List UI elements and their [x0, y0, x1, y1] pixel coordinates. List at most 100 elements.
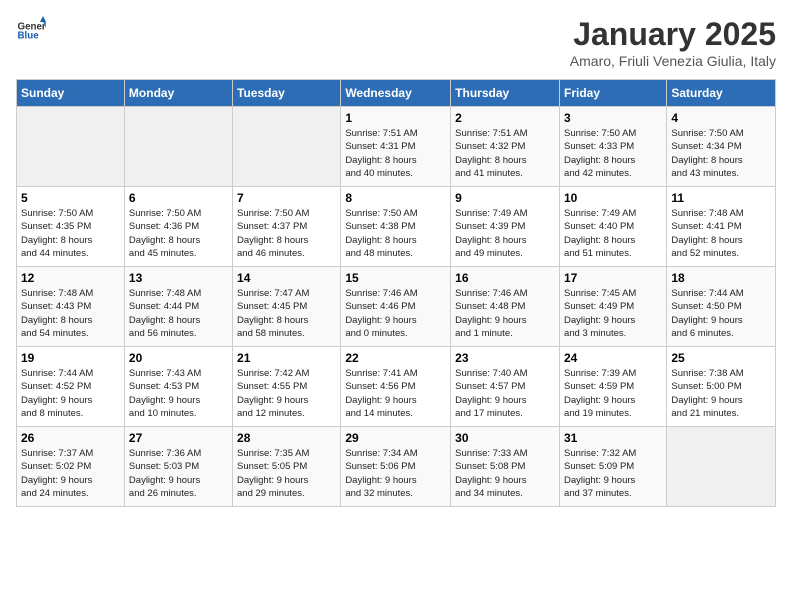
day-number-w1-d5: 10 — [564, 191, 662, 205]
day-number-w1-d4: 9 — [455, 191, 555, 205]
day-number-w0-d6: 4 — [671, 111, 771, 125]
day-info-w1-d2: Sunrise: 7:50 AM Sunset: 4:37 PM Dayligh… — [237, 207, 336, 260]
day-number-w4-d0: 26 — [21, 431, 120, 445]
cell-w3-d4: 23Sunrise: 7:40 AM Sunset: 4:57 PM Dayli… — [451, 347, 560, 427]
cell-w2-d1: 13 Sunrise: 7:48 AM Sunset: 4:44 PM Dayli… — [124, 267, 232, 347]
day-number-w3-d6: 25 — [671, 351, 771, 365]
day-number-w2-d0: 12 — [21, 271, 120, 285]
day-number-w0-d5: 3 — [564, 111, 662, 125]
cell-w2-d3: 15 Sunrise: 7:46 AM Sunset: 4:46 PM Dayli… — [341, 267, 451, 347]
header-monday: Monday — [124, 80, 232, 107]
cell-w4-d5: 31 Sunrise: 7:32 AM Sunset: 5:09 PM Dayli… — [559, 427, 666, 507]
day-info-w3-d2: Sunrise: 7:42 AM Sunset: 4:55 PM Dayligh… — [237, 367, 336, 420]
svg-text:Blue: Blue — [18, 31, 40, 42]
title-section: January 2025 Amaro, Friuli Venezia Giuli… — [570, 16, 776, 69]
cell-w4-d4: 30Sunrise: 7:33 AM Sunset: 5:08 PM Dayli… — [451, 427, 560, 507]
day-number-w2-d5: 17 — [564, 271, 662, 285]
day-info-w1-d6: Sunrise: 7:48 AM Sunset: 4:41 PM Dayligh… — [671, 207, 771, 260]
logo: General Blue — [16, 16, 46, 46]
cell-w0-d4: 2 Sunrise: 7:51 AM Sunset: 4:32 PM Daylig… — [451, 107, 560, 187]
cell-w4-d0: 26 Sunrise: 7:37 AM Sunset: 5:02 PM Dayli… — [17, 427, 125, 507]
cell-w2-d2: 14Sunrise: 7:47 AM Sunset: 4:45 PM Dayli… — [233, 267, 341, 347]
cell-w1-d1: 6 Sunrise: 7:50 AM Sunset: 4:36 PM Daylig… — [124, 187, 232, 267]
day-info-w1-d0: Sunrise: 7:50 AM Sunset: 4:35 PM Dayligh… — [21, 207, 120, 260]
day-info-w3-d3: Sunrise: 7:41 AM Sunset: 4:56 PM Dayligh… — [345, 367, 446, 420]
header-thursday: Thursday — [451, 80, 560, 107]
header: General Blue January 2025 Amaro, Friuli … — [16, 16, 776, 69]
header-wednesday: Wednesday — [341, 80, 451, 107]
cell-w3-d6: 25 Sunrise: 7:38 AM Sunset: 5:00 PM Dayli… — [667, 347, 776, 427]
cell-w2-d4: 16 Sunrise: 7:46 AM Sunset: 4:48 PM Dayli… — [451, 267, 560, 347]
cell-w0-d3: 1Sunrise: 7:51 AM Sunset: 4:31 PM Daylig… — [341, 107, 451, 187]
day-number-w3-d3: 22 — [345, 351, 446, 365]
cell-w2-d6: 18Sunrise: 7:44 AM Sunset: 4:50 PM Dayli… — [667, 267, 776, 347]
cell-w3-d2: 21Sunrise: 7:42 AM Sunset: 4:55 PM Dayli… — [233, 347, 341, 427]
day-number-w3-d5: 24 — [564, 351, 662, 365]
day-number-w3-d0: 19 — [21, 351, 120, 365]
day-info-w0-d3: Sunrise: 7:51 AM Sunset: 4:31 PM Dayligh… — [345, 127, 446, 180]
day-number-w1-d2: 7 — [237, 191, 336, 205]
cell-w0-d1 — [124, 107, 232, 187]
header-row: Sunday Monday Tuesday Wednesday Thursday… — [17, 80, 776, 107]
day-info-w4-d0: Sunrise: 7:37 AM Sunset: 5:02 PM Dayligh… — [21, 447, 120, 500]
cell-w3-d5: 24Sunrise: 7:39 AM Sunset: 4:59 PM Dayli… — [559, 347, 666, 427]
day-info-w2-d1: Sunrise: 7:48 AM Sunset: 4:44 PM Dayligh… — [129, 287, 228, 340]
cell-w2-d5: 17 Sunrise: 7:45 AM Sunset: 4:49 PM Dayli… — [559, 267, 666, 347]
day-number-w1-d1: 6 — [129, 191, 228, 205]
day-info-w2-d5: Sunrise: 7:45 AM Sunset: 4:49 PM Dayligh… — [564, 287, 662, 340]
cell-w0-d5: 3 Sunrise: 7:50 AM Sunset: 4:33 PM Daylig… — [559, 107, 666, 187]
day-info-w1-d5: Sunrise: 7:49 AM Sunset: 4:40 PM Dayligh… — [564, 207, 662, 260]
cell-w0-d0 — [17, 107, 125, 187]
day-info-w0-d6: Sunrise: 7:50 AM Sunset: 4:34 PM Dayligh… — [671, 127, 771, 180]
header-tuesday: Tuesday — [233, 80, 341, 107]
day-number-w2-d4: 16 — [455, 271, 555, 285]
cell-w4-d2: 28Sunrise: 7:35 AM Sunset: 5:05 PM Dayli… — [233, 427, 341, 507]
cell-w4-d1: 27 Sunrise: 7:36 AM Sunset: 5:03 PM Dayli… — [124, 427, 232, 507]
day-number-w1-d6: 11 — [671, 191, 771, 205]
calendar-body: 1Sunrise: 7:51 AM Sunset: 4:31 PM Daylig… — [17, 107, 776, 507]
day-info-w0-d4: Sunrise: 7:51 AM Sunset: 4:32 PM Dayligh… — [455, 127, 555, 180]
week-row-3: 19 Sunrise: 7:44 AM Sunset: 4:52 PM Dayli… — [17, 347, 776, 427]
day-info-w4-d1: Sunrise: 7:36 AM Sunset: 5:03 PM Dayligh… — [129, 447, 228, 500]
day-number-w2-d1: 13 — [129, 271, 228, 285]
calendar-title: January 2025 — [570, 16, 776, 53]
week-row-1: 5Sunrise: 7:50 AM Sunset: 4:35 PM Daylig… — [17, 187, 776, 267]
cell-w3-d3: 22 Sunrise: 7:41 AM Sunset: 4:56 PM Dayli… — [341, 347, 451, 427]
day-info-w4-d4: Sunrise: 7:33 AM Sunset: 5:08 PM Dayligh… — [455, 447, 555, 500]
day-number-w4-d5: 31 — [564, 431, 662, 445]
cell-w1-d4: 9 Sunrise: 7:49 AM Sunset: 4:39 PM Daylig… — [451, 187, 560, 267]
day-number-w3-d1: 20 — [129, 351, 228, 365]
day-number-w2-d3: 15 — [345, 271, 446, 285]
day-info-w2-d6: Sunrise: 7:44 AM Sunset: 4:50 PM Dayligh… — [671, 287, 771, 340]
week-row-0: 1Sunrise: 7:51 AM Sunset: 4:31 PM Daylig… — [17, 107, 776, 187]
day-info-w4-d3: Sunrise: 7:34 AM Sunset: 5:06 PM Dayligh… — [345, 447, 446, 500]
day-info-w3-d0: Sunrise: 7:44 AM Sunset: 4:52 PM Dayligh… — [21, 367, 120, 420]
day-info-w0-d5: Sunrise: 7:50 AM Sunset: 4:33 PM Dayligh… — [564, 127, 662, 180]
day-number-w0-d4: 2 — [455, 111, 555, 125]
day-info-w2-d3: Sunrise: 7:46 AM Sunset: 4:46 PM Dayligh… — [345, 287, 446, 340]
day-info-w4-d5: Sunrise: 7:32 AM Sunset: 5:09 PM Dayligh… — [564, 447, 662, 500]
day-info-w3-d4: Sunrise: 7:40 AM Sunset: 4:57 PM Dayligh… — [455, 367, 555, 420]
day-number-w4-d3: 29 — [345, 431, 446, 445]
cell-w3-d0: 19 Sunrise: 7:44 AM Sunset: 4:52 PM Dayli… — [17, 347, 125, 427]
week-row-4: 26 Sunrise: 7:37 AM Sunset: 5:02 PM Dayli… — [17, 427, 776, 507]
day-info-w1-d4: Sunrise: 7:49 AM Sunset: 4:39 PM Dayligh… — [455, 207, 555, 260]
header-saturday: Saturday — [667, 80, 776, 107]
calendar-table: Sunday Monday Tuesday Wednesday Thursday… — [16, 79, 776, 507]
day-number-w4-d2: 28 — [237, 431, 336, 445]
day-info-w1-d3: Sunrise: 7:50 AM Sunset: 4:38 PM Dayligh… — [345, 207, 446, 260]
header-sunday: Sunday — [17, 80, 125, 107]
header-friday: Friday — [559, 80, 666, 107]
cell-w1-d3: 8Sunrise: 7:50 AM Sunset: 4:38 PM Daylig… — [341, 187, 451, 267]
cell-w4-d3: 29 Sunrise: 7:34 AM Sunset: 5:06 PM Dayli… — [341, 427, 451, 507]
cell-w1-d6: 11 Sunrise: 7:48 AM Sunset: 4:41 PM Dayli… — [667, 187, 776, 267]
cell-w3-d1: 20Sunrise: 7:43 AM Sunset: 4:53 PM Dayli… — [124, 347, 232, 427]
day-info-w1-d1: Sunrise: 7:50 AM Sunset: 4:36 PM Dayligh… — [129, 207, 228, 260]
cell-w4-d6 — [667, 427, 776, 507]
day-number-w4-d1: 27 — [129, 431, 228, 445]
day-info-w3-d6: Sunrise: 7:38 AM Sunset: 5:00 PM Dayligh… — [671, 367, 771, 420]
day-info-w2-d0: Sunrise: 7:48 AM Sunset: 4:43 PM Dayligh… — [21, 287, 120, 340]
cell-w1-d0: 5Sunrise: 7:50 AM Sunset: 4:35 PM Daylig… — [17, 187, 125, 267]
day-info-w2-d4: Sunrise: 7:46 AM Sunset: 4:48 PM Dayligh… — [455, 287, 555, 340]
cell-w1-d2: 7 Sunrise: 7:50 AM Sunset: 4:37 PM Daylig… — [233, 187, 341, 267]
